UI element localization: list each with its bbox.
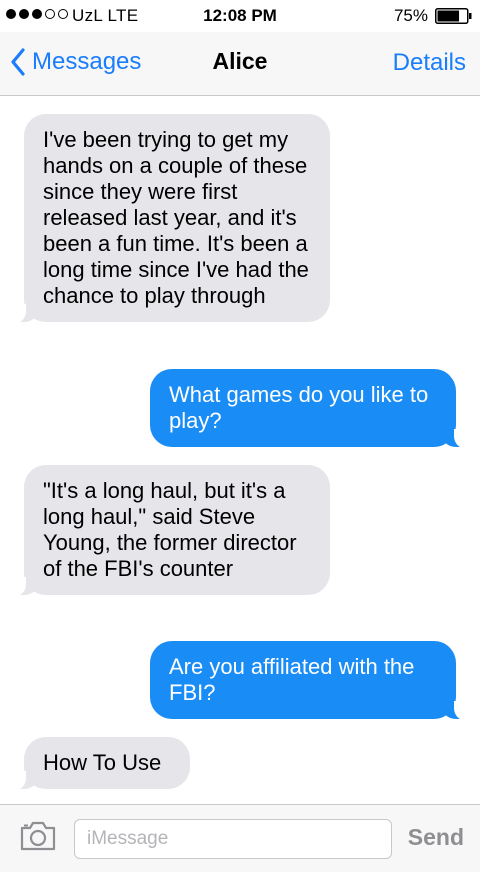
outgoing-message-bubble[interactable]: Are you affiliated with the FBI? (150, 641, 472, 720)
message-composer: Send (0, 804, 480, 872)
outgoing-message-bubble[interactable]: What games do you like to play? (150, 369, 472, 448)
status-bar: UzL LTE 12:08 PM 75% (0, 0, 480, 32)
incoming-message-bubble[interactable]: I've been trying to get my hands on a co… (8, 114, 330, 323)
battery-icon (435, 8, 472, 24)
message-text: What games do you like to play? (169, 382, 429, 433)
battery-percent: 75% (393, 6, 428, 25)
message-text: How To Use (43, 750, 162, 775)
message-text: Are you affiliated with the FBI? (169, 654, 415, 705)
send-button[interactable]: Send (408, 824, 464, 851)
message-text: "It's a long haul, but it's a long haul,… (43, 478, 297, 581)
details-button[interactable]: Details (393, 49, 466, 77)
camera-icon[interactable] (19, 820, 57, 852)
imessage-input[interactable] (74, 819, 392, 859)
incoming-message-bubble[interactable]: "It's a long haul, but it's a long haul,… (8, 465, 330, 596)
message-text: I've been trying to get my hands on a co… (43, 127, 309, 308)
nav-bar: Messages Alice Details (0, 32, 480, 96)
incoming-message-bubble[interactable]: How To Use (8, 737, 190, 790)
message-list[interactable]: I've been trying to get my hands on a co… (0, 96, 480, 804)
